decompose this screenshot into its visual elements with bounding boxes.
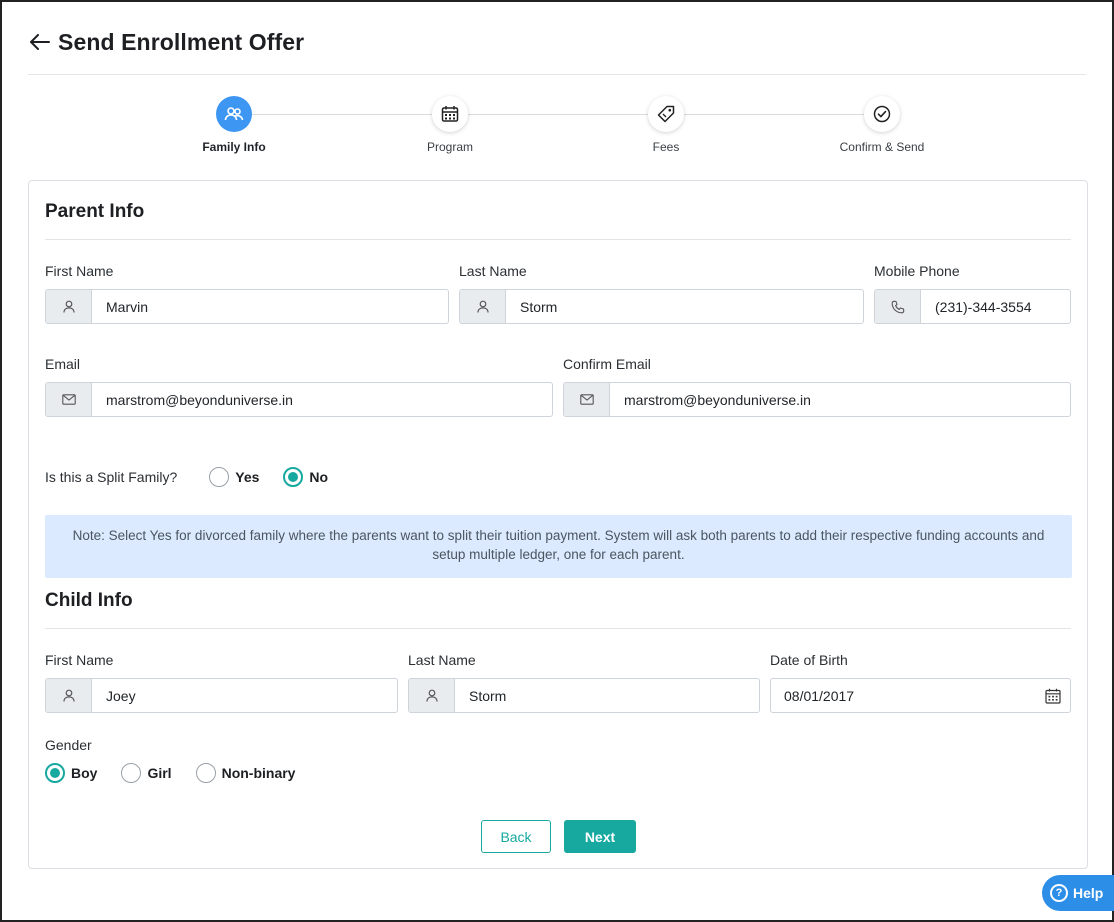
- email-label: Email: [45, 356, 81, 372]
- calendar-icon: [1045, 688, 1061, 704]
- radio-circle: [121, 763, 142, 783]
- app-window: Send Enrollment Offer Family Info Progra…: [0, 0, 1114, 922]
- gender-options: Boy Girl Non-binary: [45, 763, 295, 783]
- child-first-name-field: [45, 678, 398, 713]
- step-label: Program: [426, 140, 473, 154]
- step-confirm-send[interactable]: Confirm & Send: [774, 94, 990, 154]
- radio-circle: [283, 467, 304, 487]
- addon: [46, 679, 92, 712]
- step-label: Fees: [652, 140, 680, 154]
- help-label: Help: [1073, 885, 1104, 901]
- gender-boy-radio[interactable]: Boy: [45, 763, 97, 783]
- parent-last-name-input[interactable]: [506, 290, 863, 323]
- child-last-name-field: [408, 678, 760, 713]
- split-family-yes-radio[interactable]: Yes: [209, 467, 259, 487]
- next-button[interactable]: Next: [564, 820, 636, 853]
- email-input[interactable]: [92, 383, 552, 416]
- back-arrow-button[interactable]: [28, 30, 52, 54]
- child-first-name-input[interactable]: [92, 679, 397, 712]
- child-info-title: Child Info: [45, 590, 133, 611]
- radio-label: Girl: [147, 765, 172, 781]
- radio-circle: [195, 763, 216, 783]
- check-circle-icon: [873, 105, 891, 123]
- split-family-row: Is this a Split Family? Yes No: [45, 467, 328, 487]
- form-card: Parent Info First Name Last Name Mobile …: [28, 180, 1088, 869]
- help-button[interactable]: ? Help: [1042, 875, 1114, 911]
- radio-label: Non-binary: [221, 765, 296, 781]
- parent-info-title: Parent Info: [45, 201, 145, 222]
- parent-first-name-input[interactable]: [92, 290, 448, 323]
- family-icon: [224, 107, 244, 121]
- user-icon: [425, 689, 438, 702]
- radio-label: No: [309, 469, 329, 485]
- addon: [564, 383, 610, 416]
- step-fees[interactable]: Fees: [558, 94, 774, 154]
- phone-icon: [891, 300, 904, 313]
- addon: [409, 679, 455, 712]
- calendar-icon: [441, 106, 459, 122]
- step-family-info[interactable]: Family Info: [126, 94, 342, 154]
- step-label: Confirm & Send: [839, 140, 925, 154]
- step-circle: [864, 96, 900, 132]
- section-divider: [45, 628, 1071, 629]
- split-family-note: Note: Select Yes for divorced family whe…: [45, 515, 1072, 578]
- user-icon: [62, 300, 75, 313]
- tag-icon: [657, 105, 675, 123]
- addon: [46, 383, 92, 416]
- user-icon: [62, 689, 75, 702]
- addon: [460, 290, 506, 323]
- addon: [46, 290, 92, 323]
- parent-first-name-label: First Name: [45, 263, 114, 279]
- radio-circle: [209, 467, 230, 487]
- child-last-name-input[interactable]: [455, 679, 759, 712]
- gender-girl-radio[interactable]: Girl: [121, 763, 172, 783]
- parent-last-name-label: Last Name: [459, 263, 527, 279]
- dob-label: Date of Birth: [770, 652, 848, 668]
- mobile-phone-label: Mobile Phone: [874, 263, 960, 279]
- confirm-email-input[interactable]: [610, 383, 1070, 416]
- radio-circle: [45, 763, 65, 783]
- radio-label: Boy: [71, 765, 98, 781]
- step-circle: [648, 96, 684, 132]
- gender-non-binary-radio[interactable]: Non-binary: [195, 763, 296, 783]
- addon: [875, 290, 921, 323]
- split-family-no-radio[interactable]: No: [283, 467, 328, 487]
- parent-first-name-field: [45, 289, 449, 324]
- step-circle: [216, 96, 252, 132]
- step-circle: [432, 96, 468, 132]
- dob-picker-button[interactable]: [1036, 679, 1070, 712]
- help-icon: ?: [1050, 884, 1068, 902]
- child-first-name-label: First Name: [45, 652, 114, 668]
- back-button[interactable]: Back: [481, 820, 551, 853]
- parent-last-name-field: [459, 289, 864, 324]
- mail-icon: [579, 394, 594, 405]
- mail-icon: [61, 394, 76, 405]
- stepper: Family Info Program Fees Confirm & Send: [126, 94, 990, 164]
- confirm-email-label: Confirm Email: [563, 356, 651, 372]
- mobile-phone-field: [874, 289, 1071, 324]
- step-program[interactable]: Program: [342, 94, 558, 154]
- mobile-phone-input[interactable]: [921, 290, 1070, 323]
- radio-label: Yes: [235, 469, 260, 485]
- header-divider: [28, 74, 1086, 75]
- arrow-left-icon: [30, 34, 50, 50]
- email-field: [45, 382, 553, 417]
- dob-input[interactable]: [771, 679, 1036, 712]
- dob-field: [770, 678, 1071, 713]
- page-header: Send Enrollment Offer: [28, 24, 304, 60]
- page-title: Send Enrollment Offer: [58, 28, 305, 55]
- confirm-email-field: [563, 382, 1071, 417]
- split-family-question: Is this a Split Family?: [45, 469, 178, 485]
- user-icon: [476, 300, 489, 313]
- child-last-name-label: Last Name: [408, 652, 476, 668]
- section-divider: [45, 239, 1071, 240]
- gender-label: Gender: [45, 737, 92, 753]
- step-label: Family Info: [202, 140, 266, 154]
